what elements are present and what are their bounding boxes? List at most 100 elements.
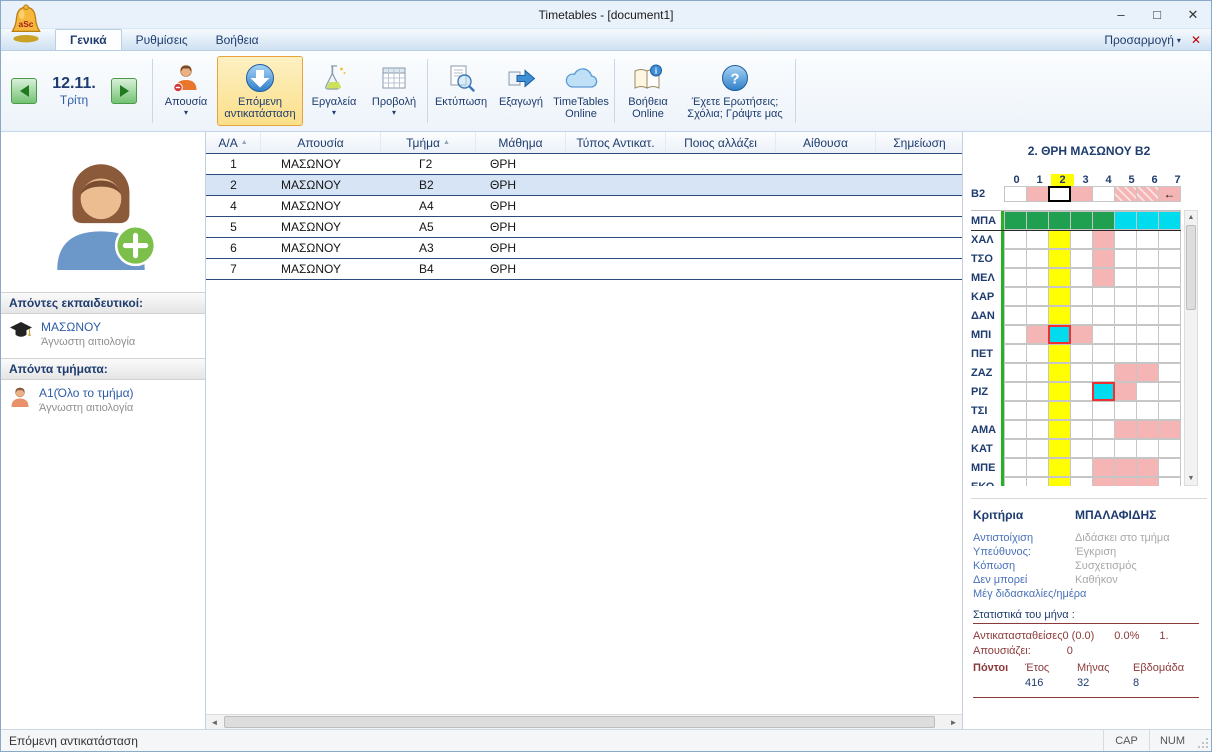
grid-cell[interactable]: [1114, 401, 1137, 420]
teacher-row[interactable]: ΚΑΡ: [971, 287, 1181, 306]
grid-cell[interactable]: [1004, 211, 1027, 230]
grid-cell[interactable]: [1136, 211, 1159, 230]
teacher-row[interactable]: ΜΠΙ: [971, 325, 1181, 344]
grid-cell[interactable]: [1092, 287, 1115, 306]
teacher-row[interactable]: ΡΙΖ: [971, 382, 1181, 401]
grid-cell[interactable]: [1026, 344, 1049, 363]
candidate-highlight-cell[interactable]: [1092, 382, 1115, 401]
grid-cell[interactable]: [1048, 186, 1071, 202]
grid-cell[interactable]: [1070, 211, 1093, 230]
grid-cell[interactable]: [1048, 287, 1071, 306]
close-panel-icon[interactable]: ✕: [1191, 33, 1201, 47]
print-button[interactable]: Εκτύπωση: [432, 56, 490, 126]
grid-cell[interactable]: [1158, 306, 1181, 325]
grid-cell[interactable]: [1048, 458, 1071, 477]
customize-menu[interactable]: Προσαρμογή ▾: [1104, 33, 1181, 47]
grid-cell[interactable]: [1092, 477, 1115, 486]
grid-cell[interactable]: [1158, 420, 1181, 439]
minimize-button[interactable]: –: [1103, 2, 1139, 28]
absent-teacher-item[interactable]: ΜΑΣΩΝΟΥ Άγνωστη αιτιολογία: [1, 314, 205, 358]
feedback-button[interactable]: ? Έχετε Ερωτήσεις; Σχόλια; Γράψτε μας: [679, 56, 791, 126]
grid-cell[interactable]: [1158, 363, 1181, 382]
grid-cell[interactable]: [1114, 477, 1137, 486]
grid-cell[interactable]: [1158, 249, 1181, 268]
grid-cell[interactable]: [1114, 268, 1137, 287]
grid-cell[interactable]: [1092, 363, 1115, 382]
column-header[interactable]: Απουσία: [261, 132, 381, 153]
teacher-row[interactable]: ΑΜΑ: [971, 420, 1181, 439]
grid-cell[interactable]: [1004, 477, 1027, 486]
help-online-button[interactable]: i Βοήθεια Online: [619, 56, 677, 126]
column-header[interactable]: Σημείωση: [876, 132, 964, 153]
tools-button[interactable]: Εργαλεία ▾: [305, 56, 363, 126]
tab-general[interactable]: Γενικά: [55, 29, 122, 50]
grid-cell[interactable]: [1136, 420, 1159, 439]
next-day-button[interactable]: [111, 78, 137, 104]
scrollbar-thumb[interactable]: [224, 716, 935, 728]
grid-cell[interactable]: [1048, 420, 1071, 439]
grid-cell[interactable]: [1114, 344, 1137, 363]
vertical-scrollbar[interactable]: ▲ ▼: [1184, 210, 1198, 486]
grid-cell[interactable]: [1136, 325, 1159, 344]
grid-cell[interactable]: [1048, 363, 1071, 382]
column-header[interactable]: Ποιος αλλάζει: [666, 132, 776, 153]
grid-cell[interactable]: [1026, 186, 1049, 202]
grid-cell[interactable]: [1048, 230, 1071, 249]
arrow-left-cell[interactable]: ←: [1158, 186, 1181, 202]
teacher-row[interactable]: ΜΠΕ: [971, 458, 1181, 477]
tab-settings[interactable]: Ρυθμίσεις: [122, 30, 202, 50]
scroll-right-button[interactable]: ►: [945, 718, 962, 727]
grid-cell[interactable]: [1070, 420, 1093, 439]
timetables-online-button[interactable]: TimeTables Online: [552, 56, 610, 126]
teacher-row[interactable]: ΤΣΟ: [971, 249, 1181, 268]
grid-cell[interactable]: [1114, 420, 1137, 439]
grid-cell[interactable]: [1004, 186, 1027, 202]
grid-cell[interactable]: [1026, 230, 1049, 249]
grid-cell[interactable]: [1004, 363, 1027, 382]
grid-cell[interactable]: [1158, 268, 1181, 287]
grid-cell[interactable]: [1114, 287, 1137, 306]
scroll-up-button[interactable]: ▲: [1188, 211, 1195, 224]
grid-cell[interactable]: [1092, 306, 1115, 325]
grid-cell[interactable]: [1070, 325, 1093, 344]
grid-cell[interactable]: [1114, 249, 1137, 268]
table-row[interactable]: 4ΜΑΣΩΝΟΥΑ4ΘΡΗ: [206, 196, 962, 217]
grid-cell[interactable]: [1026, 325, 1049, 344]
grid-cell[interactable]: [1158, 344, 1181, 363]
grid-cell[interactable]: [1136, 249, 1159, 268]
grid-cell[interactable]: [1092, 439, 1115, 458]
grid-cell[interactable]: [1070, 439, 1093, 458]
grid-cell[interactable]: [1136, 287, 1159, 306]
table-row[interactable]: 6ΜΑΣΩΝΟΥΑ3ΘΡΗ: [206, 238, 962, 259]
grid-cell[interactable]: [1026, 249, 1049, 268]
grid-cell[interactable]: [1048, 211, 1071, 230]
column-header[interactable]: Τύπος Αντικατ.: [566, 132, 666, 153]
teacher-row[interactable]: ΖΑΖ: [971, 363, 1181, 382]
teacher-row[interactable]: ΧΑΛ: [971, 230, 1181, 249]
teacher-row[interactable]: ΤΣΙ: [971, 401, 1181, 420]
grid-cell[interactable]: [1004, 230, 1027, 249]
grid-cell[interactable]: [1136, 477, 1159, 486]
grid-cell[interactable]: [1004, 325, 1027, 344]
grid-cell[interactable]: [1092, 458, 1115, 477]
grid-cell[interactable]: [1136, 458, 1159, 477]
grid-cell[interactable]: [1048, 477, 1071, 486]
scroll-left-button[interactable]: ◄: [206, 718, 223, 727]
grid-cell[interactable]: [1070, 186, 1093, 202]
grid-cell[interactable]: [1048, 249, 1071, 268]
grid-cell[interactable]: [1158, 382, 1181, 401]
grid-cell[interactable]: [1048, 344, 1071, 363]
grid-cell[interactable]: [1136, 230, 1159, 249]
tab-help[interactable]: Βοήθεια: [202, 30, 273, 50]
grid-cell[interactable]: [1136, 306, 1159, 325]
grid-cell[interactable]: [1114, 363, 1137, 382]
close-button[interactable]: ✕: [1175, 2, 1211, 28]
grid-cell[interactable]: [1048, 401, 1071, 420]
grid-cell[interactable]: [1136, 439, 1159, 458]
grid-cell[interactable]: [1092, 211, 1115, 230]
grid-cell[interactable]: [1026, 420, 1049, 439]
grid-cell[interactable]: [1004, 458, 1027, 477]
grid-cell[interactable]: [1004, 287, 1027, 306]
grid-cell[interactable]: [1004, 401, 1027, 420]
grid-cell[interactable]: [1026, 382, 1049, 401]
